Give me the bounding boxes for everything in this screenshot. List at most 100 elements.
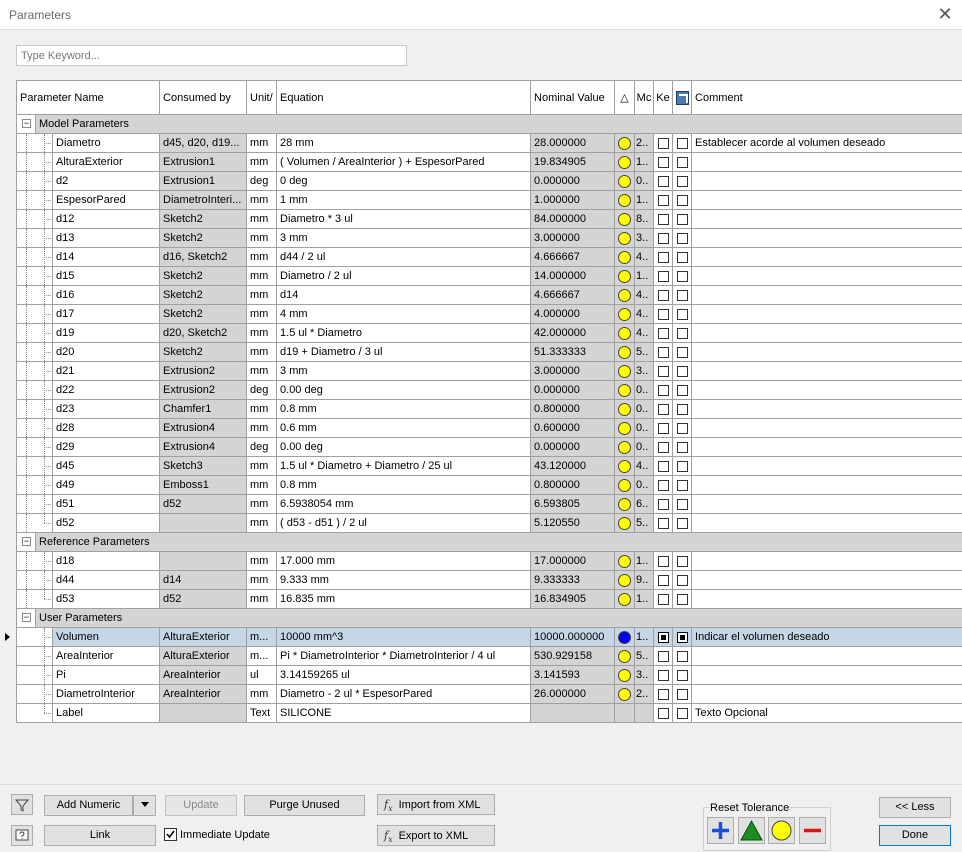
param-unit[interactable]: m... — [246, 627, 278, 647]
param-comment[interactable] — [691, 171, 962, 191]
param-name[interactable]: AlturaExterior — [51, 152, 161, 172]
param-name[interactable]: d53 — [51, 589, 161, 609]
param-export-checkbox[interactable] — [672, 646, 693, 666]
param-export-checkbox[interactable] — [672, 494, 693, 514]
parameter-row[interactable]: d53 d52 mm 16.835 mm 16.834905 1.. — [16, 589, 962, 609]
col-header-consumed[interactable]: Consumed by — [159, 80, 248, 115]
param-comment[interactable] — [691, 228, 962, 248]
param-export-checkbox[interactable] — [672, 190, 693, 210]
param-comment[interactable] — [691, 589, 962, 609]
param-export-checkbox[interactable] — [672, 133, 693, 153]
param-comment[interactable]: Establecer acorde al volumen deseado — [691, 133, 962, 153]
param-key-checkbox[interactable] — [653, 513, 674, 533]
col-header-tolerance[interactable]: △ — [614, 80, 636, 115]
param-export-checkbox[interactable] — [672, 551, 693, 571]
param-name[interactable]: EspesorPared — [51, 190, 161, 210]
update-button[interactable]: Update — [165, 795, 237, 816]
parameter-row[interactable]: d18 mm 17.000 mm 17.000000 1.. — [16, 551, 962, 571]
immediate-update-checkbox[interactable]: Immediate Update — [164, 828, 270, 841]
param-export-checkbox[interactable] — [672, 247, 693, 267]
param-tolerance[interactable] — [614, 627, 636, 647]
param-key-checkbox[interactable] — [653, 589, 674, 609]
parameter-row[interactable]: d19 d20, Sketch2 mm 1.5 ul * Diametro 42.000… — [16, 323, 962, 343]
param-tolerance[interactable] — [614, 361, 636, 381]
add-numeric-dropdown-button[interactable] — [133, 795, 156, 816]
param-comment[interactable] — [691, 361, 962, 381]
param-name[interactable]: Volumen — [51, 627, 161, 647]
param-tolerance[interactable] — [614, 285, 636, 305]
param-equation[interactable]: SILICONE — [276, 703, 532, 723]
param-equation[interactable]: d44 / 2 ul — [276, 247, 532, 267]
collapse-icon[interactable]: − — [22, 613, 31, 622]
tolerance-nominal-button[interactable] — [768, 817, 795, 844]
param-export-checkbox[interactable] — [672, 361, 693, 381]
param-comment[interactable] — [691, 513, 962, 533]
param-comment[interactable]: Indicar el volumen deseado — [691, 627, 962, 647]
param-export-checkbox[interactable] — [672, 627, 693, 647]
less-button[interactable]: << Less — [879, 797, 951, 818]
param-comment[interactable] — [691, 646, 962, 666]
parameter-row[interactable]: AlturaExterior Extrusion1 mm( Volumen / Ar… — [16, 152, 962, 172]
param-tolerance[interactable] — [614, 513, 636, 533]
param-export-checkbox[interactable] — [672, 285, 693, 305]
param-unit[interactable]: mm — [246, 323, 278, 343]
param-comment[interactable] — [691, 570, 962, 590]
param-name[interactable]: Pi — [51, 665, 161, 685]
param-name[interactable]: d16 — [51, 285, 161, 305]
param-unit[interactable]: mm — [246, 190, 278, 210]
param-comment[interactable] — [691, 456, 962, 476]
param-key-checkbox[interactable] — [653, 228, 674, 248]
param-equation[interactable]: 1 mm — [276, 190, 532, 210]
param-export-checkbox[interactable] — [672, 513, 693, 533]
param-equation[interactable]: 10000 mm^3 — [276, 627, 532, 647]
parameter-row[interactable]: d15 Sketch2 mm Diametro / 2 ul 14.000000 1.. — [16, 266, 962, 286]
param-tolerance[interactable] — [614, 684, 636, 704]
param-tolerance[interactable] — [614, 266, 636, 286]
param-equation[interactable]: 1.5 ul * Diametro — [276, 323, 532, 343]
param-export-checkbox[interactable] — [672, 171, 693, 191]
param-name[interactable]: d14 — [51, 247, 161, 267]
param-name[interactable]: d2 — [51, 171, 161, 191]
param-key-checkbox[interactable] — [653, 152, 674, 172]
param-name[interactable]: d44 — [51, 570, 161, 590]
param-unit[interactable]: mm — [246, 475, 278, 495]
parameter-row[interactable]: DiametroInterior AreaInterior mm Diametro -… — [16, 684, 962, 704]
parameter-row[interactable]: d21 Extrusion2 mm 3 mm 3.000000 3.. — [16, 361, 962, 381]
param-export-checkbox[interactable] — [672, 304, 693, 324]
param-unit[interactable]: m... — [246, 646, 278, 666]
param-name[interactable]: d52 — [51, 513, 161, 533]
param-key-checkbox[interactable] — [653, 551, 674, 571]
param-unit[interactable]: mm — [246, 456, 278, 476]
param-comment[interactable] — [691, 399, 962, 419]
parameter-row[interactable]: Label Text SILICONE Texto Opcional — [16, 703, 962, 723]
tree-toggle[interactable]: − — [16, 608, 36, 628]
collapse-icon[interactable]: − — [22, 119, 31, 128]
param-tolerance[interactable] — [614, 551, 636, 571]
param-comment[interactable] — [691, 418, 962, 438]
param-tolerance[interactable] — [614, 494, 636, 514]
param-name[interactable]: Label — [51, 703, 161, 723]
add-numeric-button[interactable]: Add Numeric — [44, 795, 133, 816]
param-tolerance[interactable] — [614, 456, 636, 476]
param-tolerance[interactable] — [614, 247, 636, 267]
param-export-checkbox[interactable] — [672, 418, 693, 438]
param-equation[interactable]: ( Volumen / AreaInterior ) + EspesorPare… — [276, 152, 532, 172]
help-button[interactable] — [11, 825, 33, 846]
param-comment[interactable]: Texto Opcional — [691, 703, 962, 723]
param-tolerance[interactable] — [614, 646, 636, 666]
param-equation[interactable]: 17.000 mm — [276, 551, 532, 571]
col-header-key[interactable]: Ke — [653, 80, 674, 115]
param-tolerance[interactable] — [614, 133, 636, 153]
param-comment[interactable] — [691, 551, 962, 571]
param-key-checkbox[interactable] — [653, 380, 674, 400]
param-equation[interactable]: ( d53 - d51 ) / 2 ul — [276, 513, 532, 533]
param-name[interactable]: d19 — [51, 323, 161, 343]
param-equation[interactable]: 3 mm — [276, 228, 532, 248]
param-tolerance[interactable] — [614, 570, 636, 590]
param-unit[interactable]: mm — [246, 494, 278, 514]
col-header-nominal[interactable]: Nominal Value — [530, 80, 616, 115]
param-key-checkbox[interactable] — [653, 437, 674, 457]
param-unit[interactable]: mm — [246, 589, 278, 609]
param-equation[interactable]: 16.835 mm — [276, 589, 532, 609]
done-button[interactable]: Done — [879, 825, 951, 846]
